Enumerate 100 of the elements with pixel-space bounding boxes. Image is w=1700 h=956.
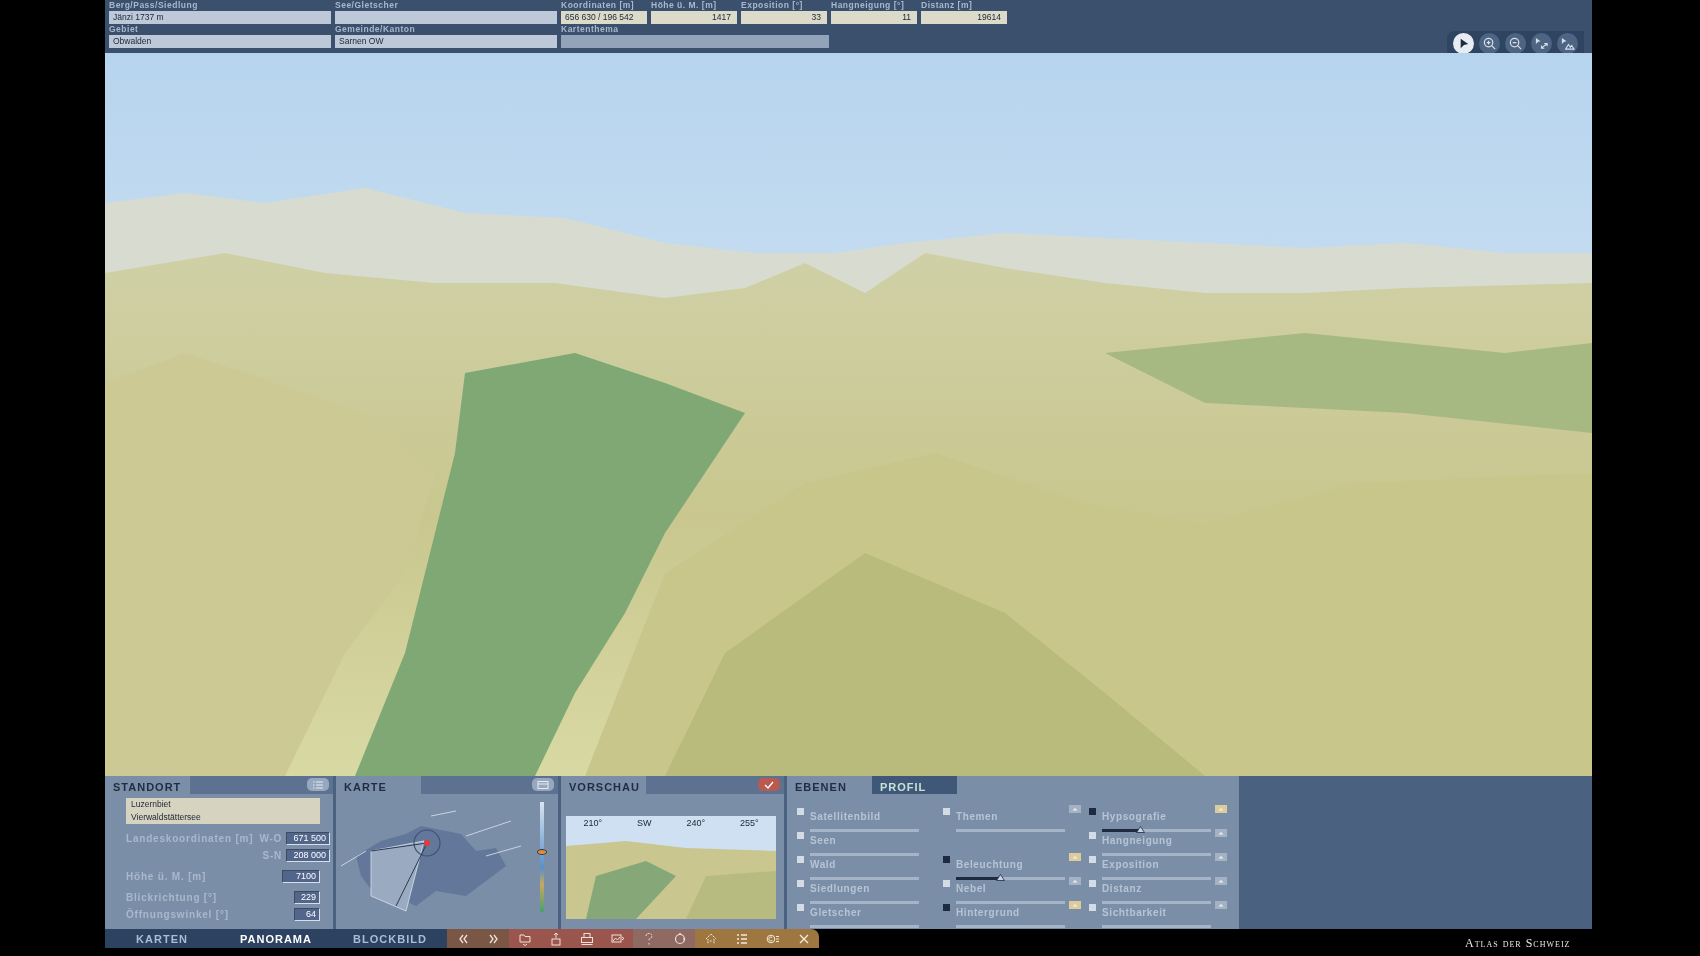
layer-checkbox[interactable] (1089, 904, 1096, 911)
help-button[interactable] (633, 929, 664, 948)
coordinate-field[interactable]: 671 500 (286, 832, 331, 845)
field-label: Höhe ü. M. [m] (651, 0, 718, 11)
zoom-slider-thumb[interactable] (537, 848, 547, 855)
readout-field: Jänzi 1737 m (109, 11, 331, 24)
field-label: Distanz [m] (921, 0, 974, 11)
pointer-resize-button[interactable] (1531, 33, 1552, 54)
map-view-button[interactable] (532, 778, 554, 791)
slider-thumb[interactable] (995, 874, 1005, 881)
forward-button[interactable] (478, 929, 509, 948)
layer-label: Hypsografie (1102, 810, 1167, 824)
zoom-in-icon (1482, 36, 1497, 51)
readout-field: Sarnen OW (335, 35, 557, 48)
image-button[interactable] (602, 929, 633, 948)
layer-checkbox[interactable] (1089, 856, 1096, 863)
value-field[interactable]: 64 (294, 908, 320, 921)
mode-tab[interactable]: BLOCKBILD (333, 929, 447, 948)
layer-label: Nebel (956, 882, 987, 896)
layer-options-button[interactable] (1215, 901, 1227, 909)
place-field[interactable]: Luzernbiet (126, 798, 320, 811)
layer-options-button[interactable] (1069, 901, 1081, 909)
upload-icon (548, 931, 563, 946)
layer-label: Exposition (1102, 858, 1160, 872)
layer-checkbox[interactable] (1089, 880, 1096, 887)
checkmark-icon (762, 779, 776, 790)
layer-label: Wald (810, 858, 836, 872)
readout-field: Obwalden (109, 35, 331, 48)
layer-checkbox[interactable] (943, 880, 950, 887)
layer-checkbox[interactable] (943, 904, 950, 911)
value-field[interactable]: 7100 (282, 870, 320, 883)
layer-label: Siedlungen (810, 882, 870, 896)
readout-field: 19614 (921, 11, 1007, 24)
readout-field: 656 630 / 196 542 (561, 11, 647, 24)
layer-checkbox[interactable] (797, 808, 804, 815)
value-field[interactable]: 229 (294, 891, 320, 904)
layer-options-button[interactable] (1069, 877, 1081, 885)
open-button[interactable] (509, 929, 540, 948)
place-field[interactable]: Vierwaldstättersee (126, 811, 320, 824)
layer-label: Satellitenbild (810, 810, 881, 824)
layer-checkbox[interactable] (943, 808, 950, 815)
layer-checkbox[interactable] (797, 880, 804, 887)
layer-label: Hangneigung (1102, 834, 1173, 848)
layer-options-button[interactable] (1069, 805, 1081, 813)
layer-options-button[interactable] (1215, 877, 1227, 885)
panel-tab[interactable]: PROFIL (872, 776, 957, 794)
zoom-out-icon (1508, 36, 1523, 51)
layer-label: Seen (810, 834, 837, 848)
list-icon (311, 779, 325, 790)
home-icon (703, 931, 718, 946)
image-icon (610, 931, 625, 946)
compass-label: 210° (583, 817, 603, 830)
field-label: Hangneigung [°] (831, 0, 906, 11)
back-button[interactable] (447, 929, 478, 948)
coordinate-field[interactable]: 208 000 (286, 849, 331, 862)
rotate-button[interactable] (664, 929, 695, 948)
layer-label: Sichtbarkeit (1102, 906, 1167, 920)
layer-checkbox[interactable] (943, 856, 950, 863)
mode-tab[interactable]: KARTEN (105, 929, 219, 948)
readout-field: 1417 (651, 11, 737, 24)
mode-tab[interactable]: PANORAMA (219, 929, 333, 948)
printer-icon (579, 931, 594, 946)
compass-label: 255° (739, 817, 759, 830)
confirm-button[interactable] (758, 778, 780, 791)
zoom-in-button[interactable] (1479, 33, 1500, 54)
panel-title: KARTE (336, 776, 421, 794)
field-label: See/Gletscher (335, 0, 400, 11)
layer-options-button[interactable] (1069, 853, 1081, 861)
readout-field: 11 (831, 11, 917, 24)
field-label: Gebiet (109, 24, 140, 35)
window-icon (536, 779, 550, 790)
field-label: Koordinaten [m] (561, 0, 636, 11)
field-label: Gemeinde/Kanton (335, 24, 417, 35)
slider-thumb[interactable] (1136, 826, 1146, 833)
compass-label: 240° (686, 817, 705, 830)
layer-checkbox[interactable] (1089, 832, 1096, 839)
layer-options-button[interactable] (1215, 805, 1227, 813)
folder-icon (517, 931, 532, 946)
list-icon (734, 931, 749, 946)
layer-label: Hintergrund (956, 906, 1020, 920)
field-label: Kartenthema (561, 24, 620, 35)
pointer-tool-button[interactable] (1453, 33, 1474, 54)
zoom-out-button[interactable] (1505, 33, 1526, 54)
layer-checkbox[interactable] (797, 832, 804, 839)
home-button[interactable] (695, 929, 726, 948)
layer-label: Themen (956, 810, 998, 824)
brand-title: Atlas der Schweiz (1465, 935, 1571, 952)
layer-label: Gletscher (810, 906, 862, 920)
pointer-landscape-button[interactable] (1557, 33, 1578, 54)
layer-options-button[interactable] (1215, 829, 1227, 837)
layer-label: Beleuchtung (956, 858, 1024, 872)
layer-checkbox[interactable] (797, 856, 804, 863)
pointer-resize-icon (1534, 36, 1549, 51)
layer-checkbox[interactable] (797, 904, 804, 911)
panel-title: VORSCHAU (561, 776, 646, 794)
pointer-landscape-icon (1560, 36, 1575, 51)
layer-options-button[interactable] (1215, 853, 1227, 861)
list-button[interactable] (307, 778, 329, 791)
close-button[interactable] (788, 929, 819, 948)
layer-checkbox[interactable] (1089, 808, 1096, 815)
